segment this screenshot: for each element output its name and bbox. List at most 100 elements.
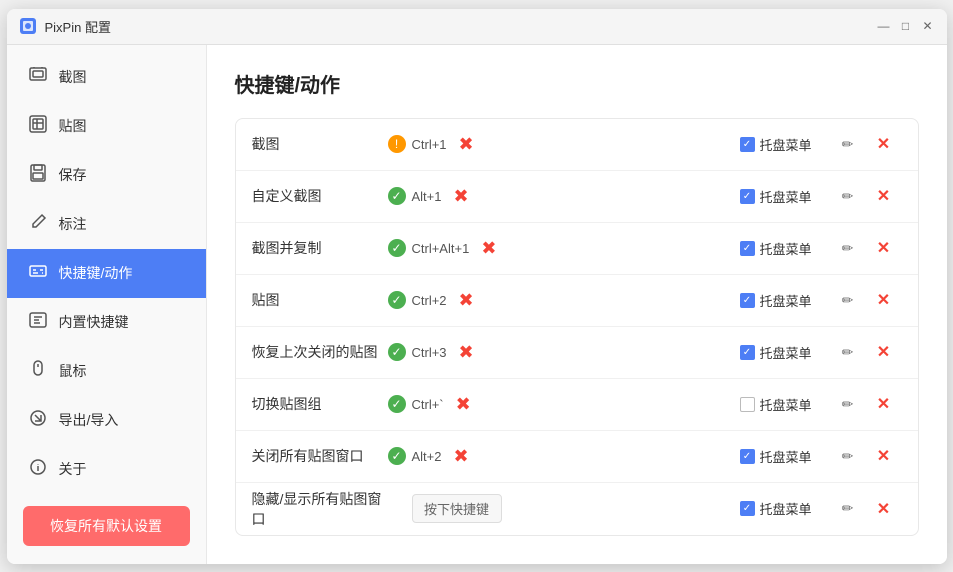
tray-label: 托盘菜单 — [760, 291, 812, 310]
sidebar-label-screenshot: 截图 — [59, 67, 87, 87]
edit-col: ✏ — [830, 392, 866, 417]
page-title: 快捷键/动作 — [235, 69, 919, 98]
delete-button[interactable]: ✕ — [873, 390, 894, 418]
shortcut-name: 关闭所有贴图窗口 — [252, 446, 382, 466]
status-icon-green: ✓ — [388, 447, 406, 465]
status-col: ✓ — [382, 291, 412, 309]
key-col: Alt+2 ✖ — [412, 442, 740, 471]
sidebar-item-sticker[interactable]: 贴图 — [7, 102, 206, 151]
table-row: 恢复上次关闭的贴图 ✓ Ctrl+3 ✖ ✓ 托盘菜单 ✏ — [236, 327, 918, 379]
delete-col: ✕ — [866, 495, 902, 523]
tray-col: ✓ 托盘菜单 — [740, 499, 830, 518]
tray-checkbox[interactable]: ✓ — [740, 501, 755, 516]
status-icon-green: ✓ — [388, 291, 406, 309]
delete-button[interactable]: ✕ — [873, 234, 894, 262]
tray-checkbox[interactable]: ✓ — [740, 137, 755, 152]
status-col: ✓ — [382, 395, 412, 413]
tray-label: 托盘菜单 — [760, 239, 812, 258]
key-col: 按下快捷键 — [412, 494, 740, 523]
maximize-button[interactable]: □ — [899, 19, 913, 33]
delete-button[interactable]: ✕ — [873, 130, 894, 158]
tray-checkbox[interactable]: ✓ — [740, 241, 755, 256]
sidebar: 截图 贴图 — [7, 45, 207, 564]
tray-checkbox[interactable]: ✓ — [740, 293, 755, 308]
remove-key-button[interactable]: ✖ — [455, 338, 478, 367]
edit-button[interactable]: ✏ — [838, 444, 858, 469]
table-row: 自定义截图 ✓ Alt+1 ✖ ✓ 托盘菜单 ✏ — [236, 171, 918, 223]
remove-key-button[interactable]: ✖ — [450, 442, 473, 471]
key-col: Ctrl+3 ✖ — [412, 338, 740, 367]
annotate-icon — [27, 212, 49, 237]
tray-checkbox[interactable]: ✓ — [740, 449, 755, 464]
key-value: Ctrl+Alt+1 — [412, 241, 470, 256]
restore-defaults-button[interactable]: 恢复所有默认设置 — [23, 506, 190, 546]
edit-col: ✏ — [830, 340, 866, 365]
remove-key-button[interactable]: ✖ — [452, 390, 475, 419]
remove-key-button[interactable]: ✖ — [477, 234, 500, 263]
shortcut-name: 隐藏/显示所有贴图窗口 — [252, 489, 382, 529]
remove-key-button[interactable]: ✖ — [455, 286, 478, 315]
tray-label: 托盘菜单 — [760, 395, 812, 414]
delete-button[interactable]: ✕ — [873, 338, 894, 366]
delete-col: ✕ — [866, 234, 902, 262]
status-col: ✓ — [382, 239, 412, 257]
remove-key-button[interactable]: ✖ — [455, 130, 478, 159]
edit-button[interactable]: ✏ — [838, 288, 858, 313]
tray-col: ✓ 托盘菜单 — [740, 291, 830, 310]
delete-button[interactable]: ✕ — [873, 182, 894, 210]
delete-col: ✕ — [866, 442, 902, 470]
remove-key-button[interactable]: ✖ — [450, 182, 473, 211]
screenshot-icon — [27, 65, 49, 90]
delete-button[interactable]: ✕ — [873, 442, 894, 470]
sidebar-label-shortcuts: 快捷键/动作 — [59, 263, 133, 283]
edit-col: ✏ — [830, 496, 866, 521]
status-icon-green: ✓ — [388, 187, 406, 205]
delete-col: ✕ — [866, 286, 902, 314]
shortcut-name: 自定义截图 — [252, 186, 382, 206]
tray-col: ✓ 托盘菜单 — [740, 187, 830, 206]
table-row: 贴图 ✓ Ctrl+2 ✖ ✓ 托盘菜单 ✏ — [236, 275, 918, 327]
key-col: Ctrl+` ✖ — [412, 390, 740, 419]
sidebar-item-save[interactable]: 保存 — [7, 151, 206, 200]
sidebar-item-importexport[interactable]: 导出/导入 — [7, 396, 206, 445]
sidebar-item-screenshot[interactable]: 截图 — [7, 53, 206, 102]
sidebar-item-builtin[interactable]: 内置快捷键 — [7, 298, 206, 347]
key-value: Ctrl+2 — [412, 293, 447, 308]
edit-button[interactable]: ✏ — [838, 132, 858, 157]
tray-label: 托盘菜单 — [760, 447, 812, 466]
edit-button[interactable]: ✏ — [838, 340, 858, 365]
edit-button[interactable]: ✏ — [838, 392, 858, 417]
edit-button[interactable]: ✏ — [838, 184, 858, 209]
sidebar-item-annotate[interactable]: 标注 — [7, 200, 206, 249]
delete-col: ✕ — [866, 390, 902, 418]
importexport-icon — [27, 408, 49, 433]
close-button[interactable]: ✕ — [921, 19, 935, 33]
sidebar-label-builtin: 内置快捷键 — [59, 312, 129, 332]
edit-button[interactable]: ✏ — [838, 496, 858, 521]
builtin-icon — [27, 310, 49, 335]
minimize-button[interactable]: — — [877, 19, 891, 33]
tray-checkbox[interactable]: ✓ — [740, 345, 755, 360]
tray-col: 托盘菜单 — [740, 395, 830, 414]
sidebar-item-shortcuts[interactable]: 快捷键/动作 — [7, 249, 206, 298]
key-col: Alt+1 ✖ — [412, 182, 740, 211]
sidebar-item-mouse[interactable]: 鼠标 — [7, 347, 206, 396]
status-col: ✓ — [382, 187, 412, 205]
table-row: 关闭所有贴图窗口 ✓ Alt+2 ✖ ✓ 托盘菜单 ✏ — [236, 431, 918, 483]
key-col: Ctrl+Alt+1 ✖ — [412, 234, 740, 263]
tray-label: 托盘菜单 — [760, 135, 812, 154]
tray-checkbox-unchecked[interactable] — [740, 397, 755, 412]
status-col: ! — [382, 135, 412, 153]
tray-checkbox[interactable]: ✓ — [740, 189, 755, 204]
content-area: 截图 贴图 — [7, 45, 947, 564]
table-row: 截图 ! Ctrl+1 ✖ ✓ 托盘菜单 ✏ — [236, 119, 918, 171]
sidebar-label-save: 保存 — [59, 165, 87, 185]
shortcut-name: 恢复上次关闭的贴图 — [252, 342, 382, 362]
delete-button[interactable]: ✕ — [873, 286, 894, 314]
edit-button[interactable]: ✏ — [838, 236, 858, 261]
delete-button[interactable]: ✕ — [873, 495, 894, 523]
sidebar-item-about[interactable]: 关于 — [7, 445, 206, 494]
window-controls: — □ ✕ — [877, 19, 935, 33]
key-placeholder[interactable]: 按下快捷键 — [412, 494, 502, 523]
tray-col: ✓ 托盘菜单 — [740, 343, 830, 362]
